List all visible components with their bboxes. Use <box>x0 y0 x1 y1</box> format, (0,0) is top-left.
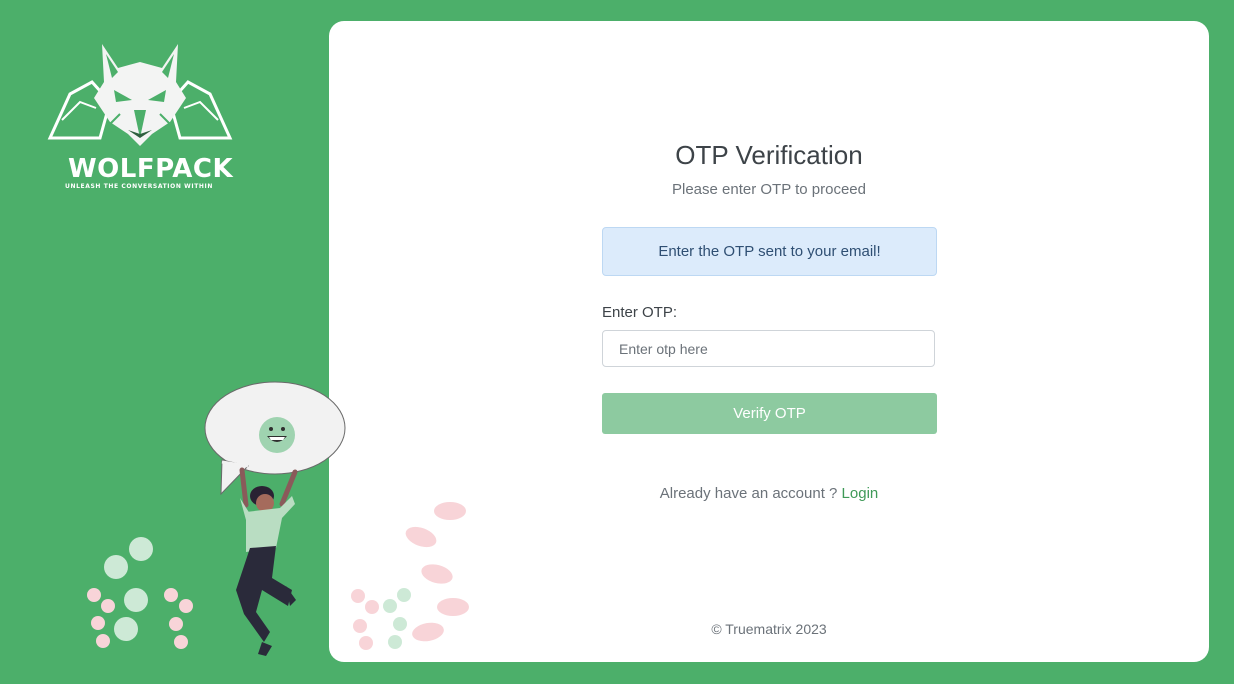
smiling-face-icon <box>259 417 295 453</box>
wolfpack-logo: WOLFPACK UNLEASH THE CONVERSATION WITHIN <box>40 42 240 194</box>
login-link[interactable]: Login <box>842 485 879 502</box>
decorative-dots-left <box>87 537 193 649</box>
speech-bubble <box>204 381 346 496</box>
wolf-head-icon <box>47 44 233 146</box>
page: WOLFPACK UNLEASH THE CONVERSATION WITHIN… <box>0 0 1234 684</box>
person-figure <box>236 467 298 656</box>
footer-copyright: © Truematrix 2023 <box>711 621 827 637</box>
otp-input[interactable] <box>602 330 935 367</box>
login-prompt-row: Already have an account ? Login <box>329 484 1209 504</box>
verify-otp-button[interactable]: Verify OTP <box>602 393 937 434</box>
page-title: OTP Verification <box>675 140 863 170</box>
logo-title: WOLFPACK <box>68 154 234 184</box>
otp-field-label: Enter OTP: <box>602 304 678 321</box>
login-prompt-text: Already have an account ? <box>659 485 838 502</box>
info-alert: Enter the OTP sent to your email! <box>602 227 937 276</box>
logo-tagline: UNLEASH THE CONVERSATION WITHIN <box>65 183 213 190</box>
page-subtitle: Please enter OTP to proceed <box>671 181 866 198</box>
otp-card: OTP Verification Please enter OTP to pro… <box>329 21 1209 662</box>
